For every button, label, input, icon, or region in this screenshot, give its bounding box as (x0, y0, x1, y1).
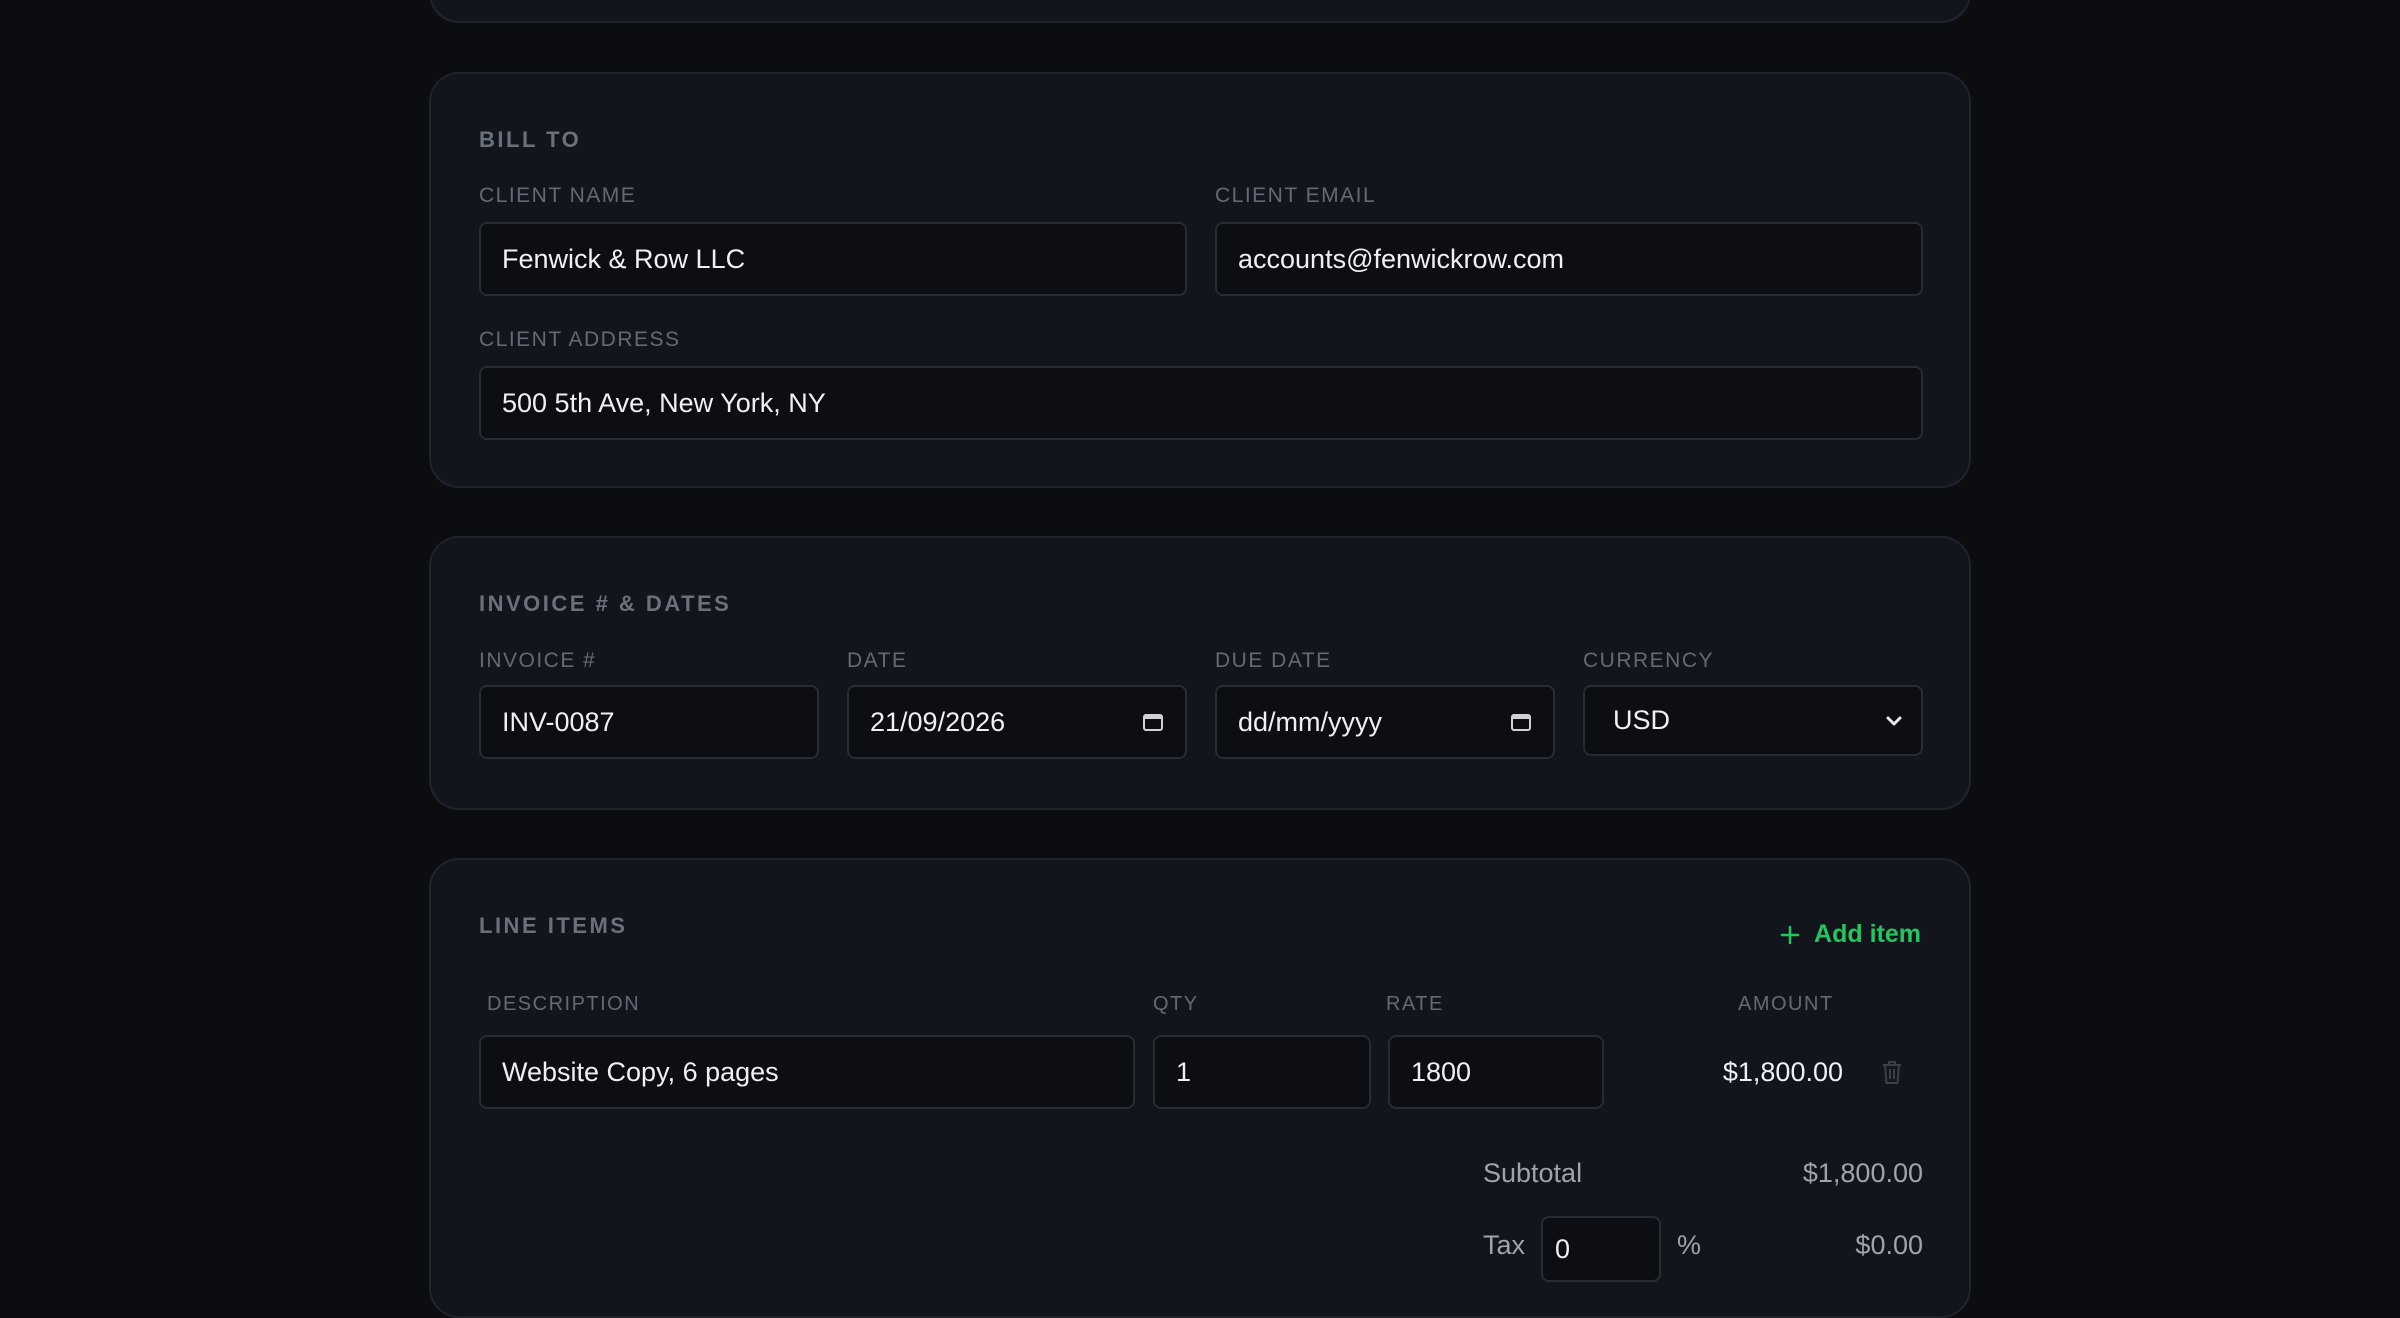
client-address-value: 500 5th Ave, New York, NY (502, 387, 826, 418)
previous-section-card (429, 0, 1971, 23)
tax-rate-input[interactable]: 0 (1541, 1216, 1661, 1282)
column-amount: AMOUNT (1738, 993, 1834, 1015)
invoice-number-label: INVOICE # (479, 649, 597, 672)
client-name-input[interactable]: Fenwick & Row LLC (479, 222, 1187, 296)
line-items-card: LINE ITEMS Add item DESCRIPTION QTY RATE… (429, 858, 1971, 1318)
line-item-description-input[interactable]: Website Copy, 6 pages (479, 1035, 1135, 1109)
due-date-label: DUE DATE (1215, 649, 1332, 672)
client-address-label: CLIENT ADDRESS (479, 328, 681, 351)
chevron-down-icon (1886, 716, 1902, 725)
date-value: 21/09/2026 (870, 706, 1006, 737)
add-item-button[interactable]: Add item (1780, 920, 1921, 949)
calendar-icon[interactable] (1510, 712, 1532, 732)
currency-value: USD (1613, 705, 1671, 735)
line-item-rate: 1800 (1411, 1056, 1472, 1087)
client-address-input[interactable]: 500 5th Ave, New York, NY (479, 366, 1923, 440)
client-name-value: Fenwick & Row LLC (502, 243, 746, 274)
line-item-rate-input[interactable]: 1800 (1388, 1035, 1604, 1109)
column-qty: QTY (1153, 993, 1199, 1015)
client-email-input[interactable]: accounts@fenwickrow.com (1215, 222, 1923, 296)
invoice-dates-title: INVOICE # & DATES (479, 591, 732, 616)
date-input[interactable]: 21/09/2026 (847, 685, 1187, 759)
line-item-qty: 1 (1176, 1056, 1192, 1087)
line-items-title: LINE ITEMS (479, 913, 628, 938)
subtotal-label: Subtotal (1483, 1158, 1583, 1188)
column-rate: RATE (1386, 993, 1444, 1015)
line-item-amount: $1,800.00 (1722, 1057, 1843, 1087)
line-item-description: Website Copy, 6 pages (502, 1056, 779, 1087)
client-name-label: CLIENT NAME (479, 184, 637, 207)
bill-to-card: BILL TO CLIENT NAME Fenwick & Row LLC CL… (429, 72, 1971, 488)
add-item-label: Add item (1814, 920, 1921, 948)
bill-to-title: BILL TO (479, 127, 582, 152)
client-email-label: CLIENT EMAIL (1215, 184, 1377, 207)
date-label: DATE (847, 649, 908, 672)
tax-value: $0.00 (1855, 1230, 1923, 1260)
invoice-dates-card: INVOICE # & DATES INVOICE # INV-0087 DAT… (429, 536, 1971, 810)
subtotal-value: $1,800.00 (1802, 1158, 1923, 1188)
invoice-number-value: INV-0087 (502, 706, 615, 737)
line-item-qty-input[interactable]: 1 (1153, 1035, 1371, 1109)
currency-label: CURRENCY (1583, 649, 1715, 672)
invoice-number-input[interactable]: INV-0087 (479, 685, 819, 759)
client-email-value: accounts@fenwickrow.com (1238, 243, 1565, 274)
column-description: DESCRIPTION (487, 993, 641, 1015)
tax-percent-sign: % (1677, 1230, 1702, 1260)
due-date-input[interactable]: dd/mm/yyyy (1215, 685, 1555, 759)
plus-icon (1780, 925, 1800, 944)
calendar-icon[interactable] (1142, 712, 1164, 732)
tax-label: Tax (1483, 1230, 1526, 1260)
due-date-placeholder: dd/mm/yyyy (1238, 706, 1383, 737)
trash-icon[interactable] (1880, 1058, 1904, 1086)
currency-select[interactable]: USD (1583, 685, 1923, 756)
